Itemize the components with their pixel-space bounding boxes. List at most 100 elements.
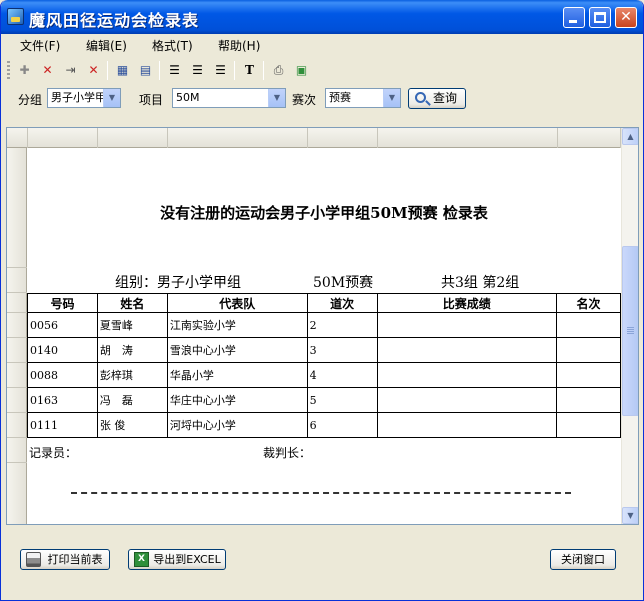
cell-number[interactable]: 0111 xyxy=(27,412,98,438)
menu-help[interactable]: 帮助(H) xyxy=(218,37,260,54)
close-window-button[interactable]: ✕ xyxy=(615,7,637,28)
cell-rank[interactable] xyxy=(556,387,621,413)
menu-format[interactable]: 格式(T) xyxy=(152,37,193,54)
cell-team[interactable]: 华庄中心小学 xyxy=(166,387,308,413)
row-header-cell[interactable] xyxy=(7,388,27,413)
toolbar-grip-icon[interactable] xyxy=(7,61,10,80)
scroll-down-button[interactable]: ▼ xyxy=(622,507,638,524)
header-team[interactable]: 代表队 xyxy=(166,293,308,313)
cell-name[interactable]: 冯 磊 xyxy=(96,387,168,413)
vertical-scrollbar[interactable]: ▲ ▼ xyxy=(621,128,638,524)
cell-number[interactable]: 0163 xyxy=(27,387,98,413)
cell-rank[interactable] xyxy=(556,312,621,338)
export-button-label: 导出到EXCEL xyxy=(153,553,221,566)
cell-name[interactable]: 胡 涛 xyxy=(96,337,168,363)
insert-column-icon[interactable]: ⇥ xyxy=(62,62,79,79)
cell-name[interactable]: 张 俊 xyxy=(96,412,168,438)
column-header-cell[interactable] xyxy=(378,128,558,148)
menu-edit[interactable]: 编辑(E) xyxy=(86,37,127,54)
cell-rank[interactable] xyxy=(556,412,621,438)
cell-number[interactable]: 0088 xyxy=(27,362,98,388)
print-icon[interactable]: ⎙ xyxy=(270,62,287,79)
cell-lane[interactable]: 6 xyxy=(306,412,378,438)
maximize-button[interactable] xyxy=(589,7,611,28)
cell-lane[interactable]: 2 xyxy=(306,312,378,338)
report-view[interactable]: 没有注册的运动会男子小学甲组50M预赛 检录表 组别：男子小学甲组 50M预赛 … xyxy=(6,127,639,525)
row-header-cell[interactable] xyxy=(7,313,27,338)
column-header-cell[interactable] xyxy=(308,128,378,148)
round-select[interactable]: 预赛 ▼ xyxy=(325,88,401,108)
row-header-cell[interactable] xyxy=(7,438,27,463)
window-title: 魔风田径运动会检录表 xyxy=(29,11,200,30)
insert-row-icon[interactable]: ✚ xyxy=(16,62,33,79)
align-center-icon[interactable]: ☰ xyxy=(189,62,206,79)
close-button-label: 关闭窗口 xyxy=(561,553,605,566)
cell-team[interactable]: 河埒中心小学 xyxy=(166,412,308,438)
cell-name[interactable]: 夏雪峰 xyxy=(96,312,168,338)
close-button[interactable]: 关闭窗口 xyxy=(550,549,616,570)
chevron-down-icon: ▼ xyxy=(627,511,634,520)
split-cells-icon[interactable]: ▤ xyxy=(137,62,154,79)
title-bar[interactable]: 魔风田径运动会检录表 ✕ xyxy=(1,0,643,34)
cell-lane[interactable]: 4 xyxy=(306,362,378,388)
chevron-down-icon[interactable]: ▼ xyxy=(383,89,400,107)
scroll-up-button[interactable]: ▲ xyxy=(622,128,638,145)
row-header-cell[interactable] xyxy=(7,148,27,268)
group-select[interactable]: 男子小学甲组 ▼ xyxy=(47,88,121,108)
minimize-button[interactable] xyxy=(563,7,585,28)
column-header-cell[interactable] xyxy=(558,128,621,148)
header-number[interactable]: 号码 xyxy=(27,293,98,313)
menu-file[interactable]: 文件(F) xyxy=(20,37,60,54)
row-header-cell[interactable] xyxy=(7,413,27,438)
cell-result[interactable] xyxy=(376,412,558,438)
column-header-cell[interactable] xyxy=(7,128,28,148)
table-row: 0140 胡 涛 雪浪中心小学 3 xyxy=(27,337,621,363)
row-header-cell[interactable] xyxy=(7,338,27,363)
group-count-info: 共3组 第2组 xyxy=(441,275,520,291)
table-row: 0111 张 俊 河埒中心小学 6 xyxy=(27,412,621,438)
header-lane[interactable]: 道次 xyxy=(306,293,378,313)
cell-lane[interactable]: 5 xyxy=(306,387,378,413)
column-header-bar xyxy=(7,128,621,148)
column-header-cell[interactable] xyxy=(98,128,168,148)
chevron-down-icon[interactable]: ▼ xyxy=(103,89,120,107)
event-select[interactable]: 50M ▼ xyxy=(172,88,286,108)
cell-rank[interactable] xyxy=(556,337,621,363)
cell-team[interactable]: 江南实验小学 xyxy=(166,312,308,338)
cell-lane[interactable]: 3 xyxy=(306,337,378,363)
row-header-cell[interactable] xyxy=(7,463,27,524)
font-icon[interactable]: T xyxy=(241,62,258,79)
excel-icon[interactable]: ▣ xyxy=(293,62,310,79)
delete-row-icon[interactable]: ✕ xyxy=(39,62,56,79)
cell-number[interactable]: 0140 xyxy=(27,337,98,363)
merge-cells-icon[interactable]: ▦ xyxy=(114,62,131,79)
cell-team[interactable]: 雪浪中心小学 xyxy=(166,337,308,363)
row-header-cell[interactable] xyxy=(7,363,27,388)
export-excel-button[interactable]: X 导出到EXCEL xyxy=(128,549,226,570)
row-header-cell[interactable] xyxy=(7,268,27,293)
minimize-icon xyxy=(569,20,577,23)
cell-result[interactable] xyxy=(376,312,558,338)
align-left-icon[interactable]: ☰ xyxy=(166,62,183,79)
cell-team[interactable]: 华晶小学 xyxy=(166,362,308,388)
event-select-value: 50M xyxy=(176,91,200,104)
print-button[interactable]: 打印当前表 xyxy=(20,549,110,570)
header-rank[interactable]: 名次 xyxy=(556,293,621,313)
column-header-cell[interactable] xyxy=(28,128,98,148)
column-header-cell[interactable] xyxy=(168,128,308,148)
cell-result[interactable] xyxy=(376,362,558,388)
query-button[interactable]: 查询 xyxy=(408,88,466,109)
cell-rank[interactable] xyxy=(556,362,621,388)
chevron-down-icon[interactable]: ▼ xyxy=(268,89,285,107)
header-name[interactable]: 姓名 xyxy=(96,293,168,313)
header-result[interactable]: 比赛成绩 xyxy=(376,293,558,313)
scroll-thumb[interactable] xyxy=(622,246,638,416)
cell-result[interactable] xyxy=(376,387,558,413)
delete-column-icon[interactable]: ✕ xyxy=(85,62,102,79)
row-header-cell[interactable] xyxy=(7,293,27,313)
cell-number[interactable]: 0056 xyxy=(27,312,98,338)
cell-result[interactable] xyxy=(376,337,558,363)
cell-name[interactable]: 彭梓琪 xyxy=(96,362,168,388)
align-right-icon[interactable]: ☰ xyxy=(212,62,229,79)
app-window: 魔风田径运动会检录表 ✕ 文件(F) 编辑(E) 格式(T) 帮助(H) ✚ ✕… xyxy=(0,0,644,601)
